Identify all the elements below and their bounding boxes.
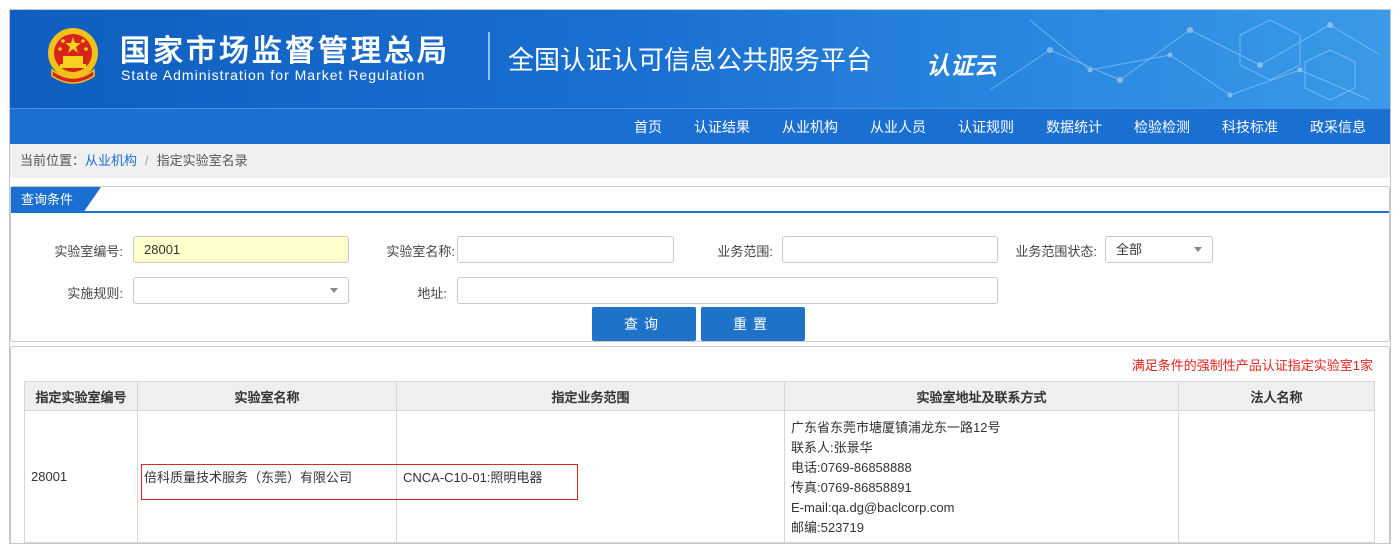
address-line: 广东省东莞市塘厦镇浦龙东一路12号 [791,419,1001,435]
network-decoration [989,19,1381,101]
fax-line: 传真:0769-86858891 [791,479,912,495]
rule-select[interactable] [133,277,349,304]
nav-item-4[interactable]: 认证规则 [944,109,1028,145]
nav-item-5[interactable]: 数据统计 [1032,109,1116,145]
result-count-note: 满足条件的强制性产品认证指定实验室1家 [1131,358,1373,373]
nav-items: 首页 认证结果 从业机构 从业人员 认证规则 数据统计 检验检测 科技标准 政采信息 [616,109,1380,145]
cert-cloud-logo-text: 认证云 [926,51,996,80]
nav-item-8[interactable]: 政采信息 [1296,109,1380,145]
contact-line: 联系人:张景华 [791,439,873,455]
breadcrumb-current: 指定实验室名录 [156,153,248,168]
chevron-down-icon [1194,247,1202,252]
nav-item-7[interactable]: 科技标准 [1208,109,1292,145]
platform-title: 全国认证认可信息公共服务平台 [508,46,873,76]
search-button[interactable]: 查询 [592,307,696,341]
scope-status-label: 业务范围状态: [1015,244,1097,259]
lab-name-label: 实验室名称: [386,244,455,259]
col-header-scope: 指定业务范围 [396,381,785,411]
page-frame: 国家市场监督管理总局 State Administration for Mark… [9,9,1391,544]
col-header-legal: 法人名称 [1178,381,1375,411]
cell-code: 28001 [24,410,138,543]
rule-label: 实施规则: [67,286,123,301]
chevron-down-icon [330,288,338,293]
breadcrumb-parent-link[interactable]: 从业机构 [85,153,137,168]
col-header-address: 实验室地址及联系方式 [784,381,1179,411]
results-table: 指定实验室编号 实验室名称 指定业务范围 实验室地址及联系方式 法人名称 280… [24,381,1375,543]
email-line: E-mail:qa.dg@baclcorp.com [791,499,955,515]
address-input[interactable] [457,277,998,304]
phone-line: 电话:0769-86858888 [791,459,912,475]
highlight-annotation-box [141,464,578,500]
col-header-code: 指定实验室编号 [24,381,138,411]
nav-item-1[interactable]: 认证结果 [680,109,764,145]
nav-item-2[interactable]: 从业机构 [768,109,852,145]
nav-item-0[interactable]: 首页 [620,109,676,145]
national-emblem-icon [48,28,98,84]
scope-status-select[interactable]: 全部 [1105,236,1213,263]
main-nav: 首页 认证结果 从业机构 从业人员 认证规则 数据统计 检验检测 科技标准 政采信息 [10,108,1390,144]
query-panel: 查询条件 实验室编号: 28001 实验室名称: 业务范围: 业务范围状态: 全… [10,186,1390,342]
lab-name-input[interactable] [457,236,674,263]
agency-title-en: State Administration for Market Regulati… [121,67,426,83]
reset-button[interactable]: 重置 [701,307,805,341]
breadcrumb-prefix: 当前位置： [20,153,86,168]
cert-cloud-logo: 认证云 [926,51,996,80]
scope-label: 业务范围: [717,244,773,259]
address-label: 地址: [417,286,447,301]
title-divider [488,32,490,80]
lab-code-input[interactable]: 28001 [133,236,349,263]
breadcrumb: 当前位置：从业机构 / 指定实验室名录 [10,144,1390,178]
agency-title-cn: 国家市场监督管理总局 [120,34,450,69]
scope-input[interactable] [782,236,998,263]
results-panel: 满足条件的强制性产品认证指定实验室1家 指定实验室编号 实验室名称 指定业务范围… [10,346,1390,543]
cell-address: 广东省东莞市塘厦镇浦龙东一路12号 联系人:张景华 电话:0769-868588… [784,410,1179,543]
scope-status-value: 全部 [1116,242,1143,257]
header-banner: 国家市场监督管理总局 State Administration for Mark… [10,10,1390,108]
col-header-name: 实验室名称 [137,381,397,411]
cell-legal-name [1178,410,1375,543]
query-tab-underline [11,187,1389,213]
nav-item-6[interactable]: 检验检测 [1120,109,1204,145]
breadcrumb-separator: / [145,153,149,168]
table-header-row: 指定实验室编号 实验室名称 指定业务范围 实验室地址及联系方式 法人名称 [24,381,1375,411]
nav-item-3[interactable]: 从业人员 [856,109,940,145]
postcode-line: 邮编:523719 [791,519,864,535]
lab-code-label: 实验室编号: [54,244,123,259]
